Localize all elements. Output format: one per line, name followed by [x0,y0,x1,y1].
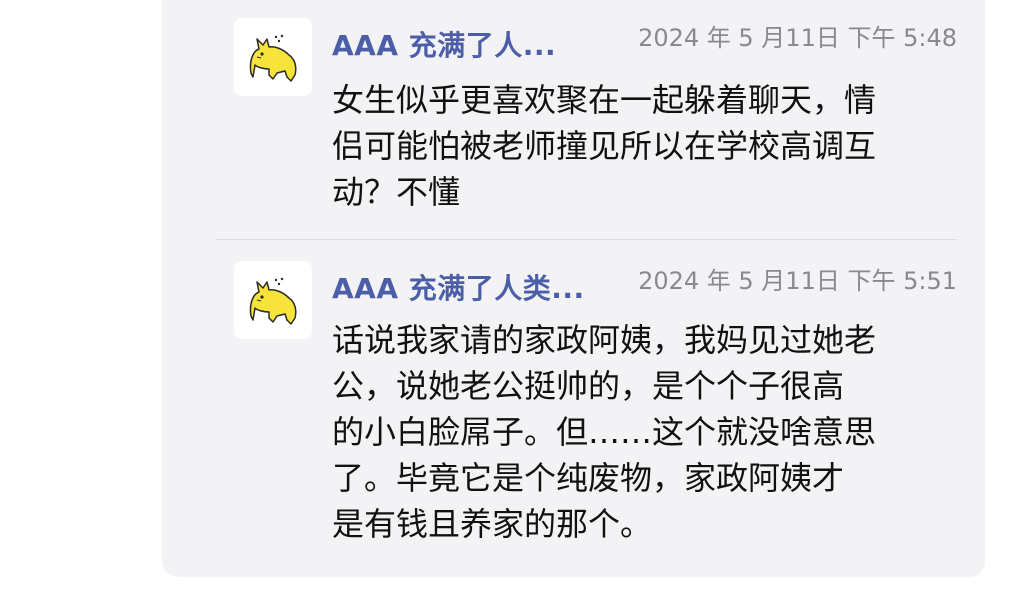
message-line: 话说我家请的家政阿姨，我妈见过她老 [332,321,877,359]
timestamp: 2024 年 5 月11日 下午 5:51 [638,267,957,295]
message-line: 的小白脸屌子。但……这个就没啥意思 [332,413,877,451]
timestamp: 2024 年 5 月11日 下午 5:48 [638,24,957,52]
author-name[interactable]: AAA 充满了人... [332,24,556,64]
message-body: 女生似乎更喜欢聚在一起躲着聊天，情 侣可能怕被老师撞见所以在学校高调互 动？不懂 [332,77,957,215]
avatar[interactable] [234,261,312,339]
yellow-cat-icon [249,34,297,82]
message-line: 公，说她老公挺帅的，是个个子很高 [332,367,845,405]
message-line: 了。毕竟它是个纯废物，家政阿姨才 [332,459,845,497]
message-divider [216,239,957,240]
message-body: 话说我家请的家政阿姨，我妈见过她老 公，说她老公挺帅的，是个个子很高 的小白脸屌… [332,317,957,547]
message-line: 侣可能怕被老师撞见所以在学校高调互 [332,127,877,165]
message-line: 女生似乎更喜欢聚在一起躲着聊天，情 [332,81,877,119]
message-line: 是有钱且养家的那个。 [332,505,653,543]
message-line: 动？不懂 [332,173,461,211]
yellow-cat-icon [249,277,297,325]
avatar[interactable] [234,18,312,96]
comment-thread-panel: AAA 充满了人... 2024 年 5 月11日 下午 5:48 女生似乎更喜… [162,0,985,577]
comment-item[interactable]: AAA 充满了人类... 2024 年 5 月11日 下午 5:51 话说我家请… [234,241,957,571]
comment-item[interactable]: AAA 充满了人... 2024 年 5 月11日 下午 5:48 女生似乎更喜… [234,0,957,240]
author-name[interactable]: AAA 充满了人类... [332,267,585,307]
